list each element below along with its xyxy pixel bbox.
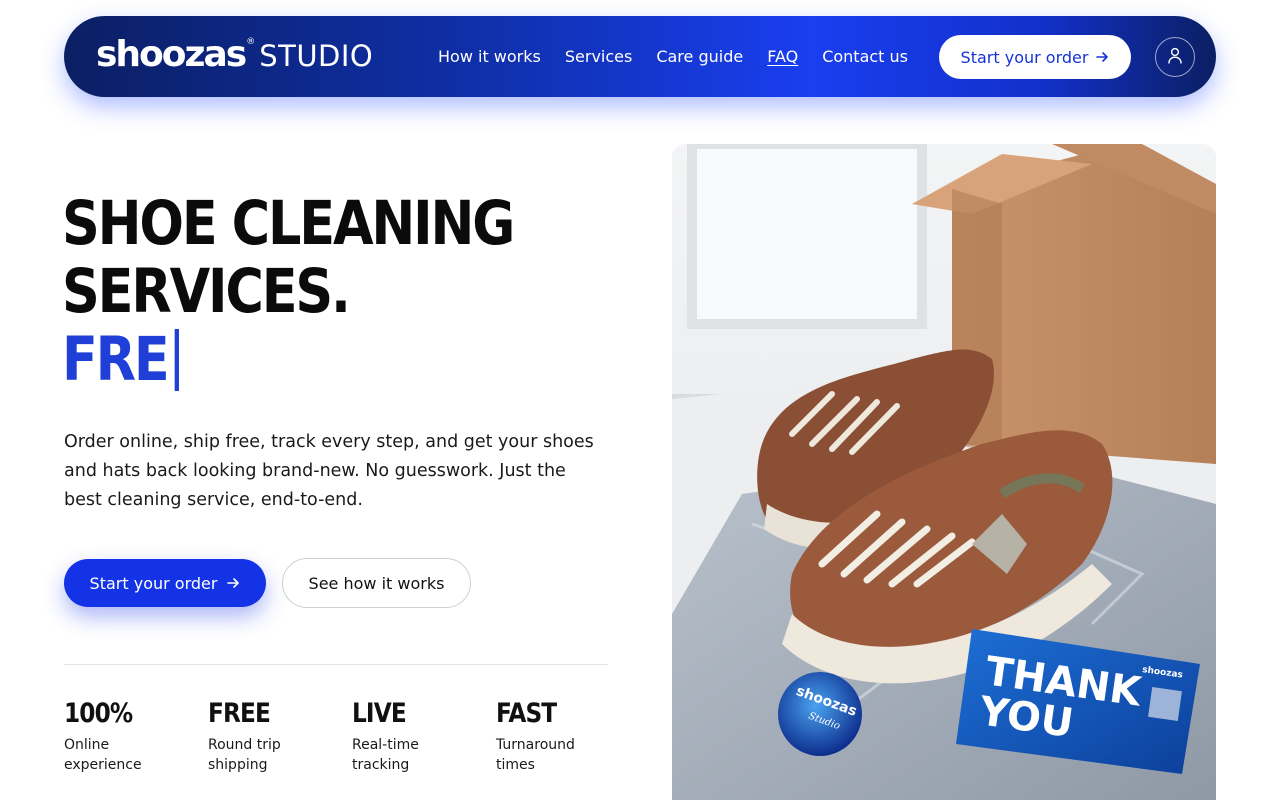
registered-mark: ®	[246, 37, 256, 47]
hero-headline: SHOE CLEANING SERVICES. FRE	[62, 190, 587, 394]
brand-name: shoozas	[96, 34, 247, 75]
stat-item: LIVE Real-time tracking	[352, 698, 496, 775]
stat-value: LIVE	[352, 698, 407, 729]
stat-label: Turnaround times	[496, 737, 575, 773]
nav-link-how-it-works[interactable]: How it works	[438, 47, 541, 66]
hero-description: Order online, ship free, track every ste…	[64, 432, 594, 510]
headline-line-1: SHOE CLEANING	[62, 188, 515, 259]
account-button[interactable]	[1155, 37, 1195, 77]
stat-item: 100% Online experience	[64, 698, 208, 775]
start-order-button[interactable]: Start your order	[64, 559, 266, 607]
hero-product-photo: shoozas Studio THANK YOU shoozas	[672, 144, 1216, 800]
stat-value: FREE	[208, 698, 271, 729]
typed-text: FRE	[62, 324, 170, 395]
arrow-right-icon	[227, 574, 240, 593]
qr-code-icon	[1148, 687, 1182, 721]
nav-links: How it works Services Care guide FAQ Con…	[438, 16, 932, 97]
stats-row: 100% Online experience FREE Round trip s…	[64, 698, 640, 775]
stat-value: 100%	[64, 698, 133, 729]
nav-link-contact-us[interactable]: Contact us	[822, 47, 908, 66]
brand-sub: STUDIO	[259, 39, 374, 73]
headline-typed-line: FRE	[62, 326, 513, 394]
stat-label: Online experience	[64, 737, 142, 773]
typing-caret	[174, 329, 179, 391]
stat-label: Real-time tracking	[352, 737, 419, 773]
stat-value: FAST	[496, 698, 557, 729]
shoe-scene-illustration: shoozas Studio THANK YOU shoozas	[672, 144, 1216, 800]
nav-start-order-button[interactable]: Start your order	[939, 35, 1131, 79]
start-order-label: Start your order	[89, 573, 218, 593]
top-navigation: shoozas ® STUDIO How it works Services C…	[64, 16, 1216, 97]
nav-link-care-guide[interactable]: Care guide	[656, 47, 743, 66]
brand-logo[interactable]: shoozas ® STUDIO	[96, 34, 373, 75]
stat-item: FREE Round trip shipping	[208, 698, 352, 775]
nav-link-services[interactable]: Services	[565, 47, 632, 66]
stat-label: Round trip shipping	[208, 737, 281, 773]
arrow-right-icon	[1096, 48, 1109, 67]
nav-start-order-label: Start your order	[960, 47, 1089, 67]
stat-item: FAST Turnaround times	[496, 698, 640, 775]
see-how-it-works-button[interactable]: See how it works	[282, 558, 471, 608]
headline-line-2: SERVICES.	[62, 256, 351, 327]
stats-divider	[64, 664, 608, 665]
user-icon	[1167, 47, 1183, 68]
nav-link-faq[interactable]: FAQ	[767, 47, 798, 66]
